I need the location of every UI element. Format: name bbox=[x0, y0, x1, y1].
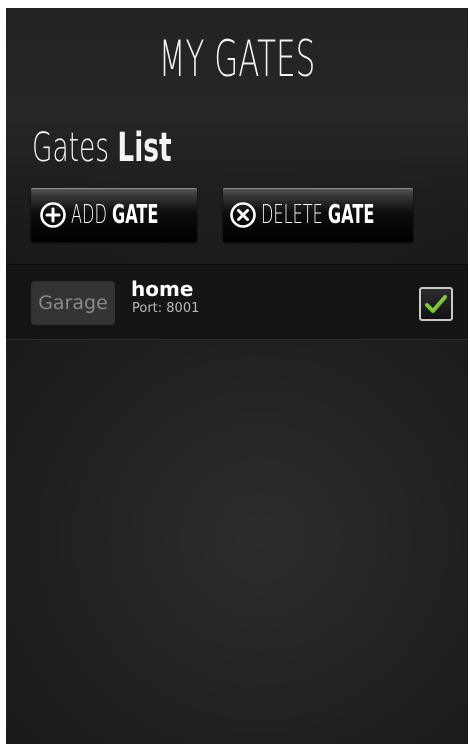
add-gate-button[interactable]: ADD GATE bbox=[31, 188, 197, 242]
checkmark-icon bbox=[425, 295, 447, 313]
add-gate-label: ADD GATE bbox=[71, 200, 158, 230]
x-circle-icon bbox=[230, 202, 256, 228]
plus-circle-icon bbox=[40, 202, 66, 228]
section-heading-bold: List bbox=[117, 125, 172, 171]
section-heading-light: Gates bbox=[32, 125, 109, 171]
delete-gate-button[interactable]: DELETE GATE bbox=[223, 188, 413, 242]
gate-port: Port: 8001 bbox=[132, 301, 200, 316]
app-title: MY GATES bbox=[158, 30, 316, 88]
gate-checkbox[interactable] bbox=[419, 287, 453, 321]
add-gate-label-light: ADD bbox=[71, 200, 107, 230]
add-gate-label-bold: GATE bbox=[111, 200, 159, 230]
gate-type-badge: Garage bbox=[31, 281, 115, 325]
section-heading: Gates List bbox=[32, 120, 172, 176]
delete-gate-label-light: DELETE bbox=[261, 200, 323, 230]
delete-gate-label-bold: GATE bbox=[327, 200, 375, 230]
gate-list-item[interactable]: Garage home Port: 8001 bbox=[6, 264, 468, 340]
delete-gate-label: DELETE GATE bbox=[261, 200, 374, 230]
gate-name: home bbox=[131, 277, 194, 301]
app-screen: MY GATES Gates List ADD GATE DELETE GATE… bbox=[6, 8, 468, 744]
